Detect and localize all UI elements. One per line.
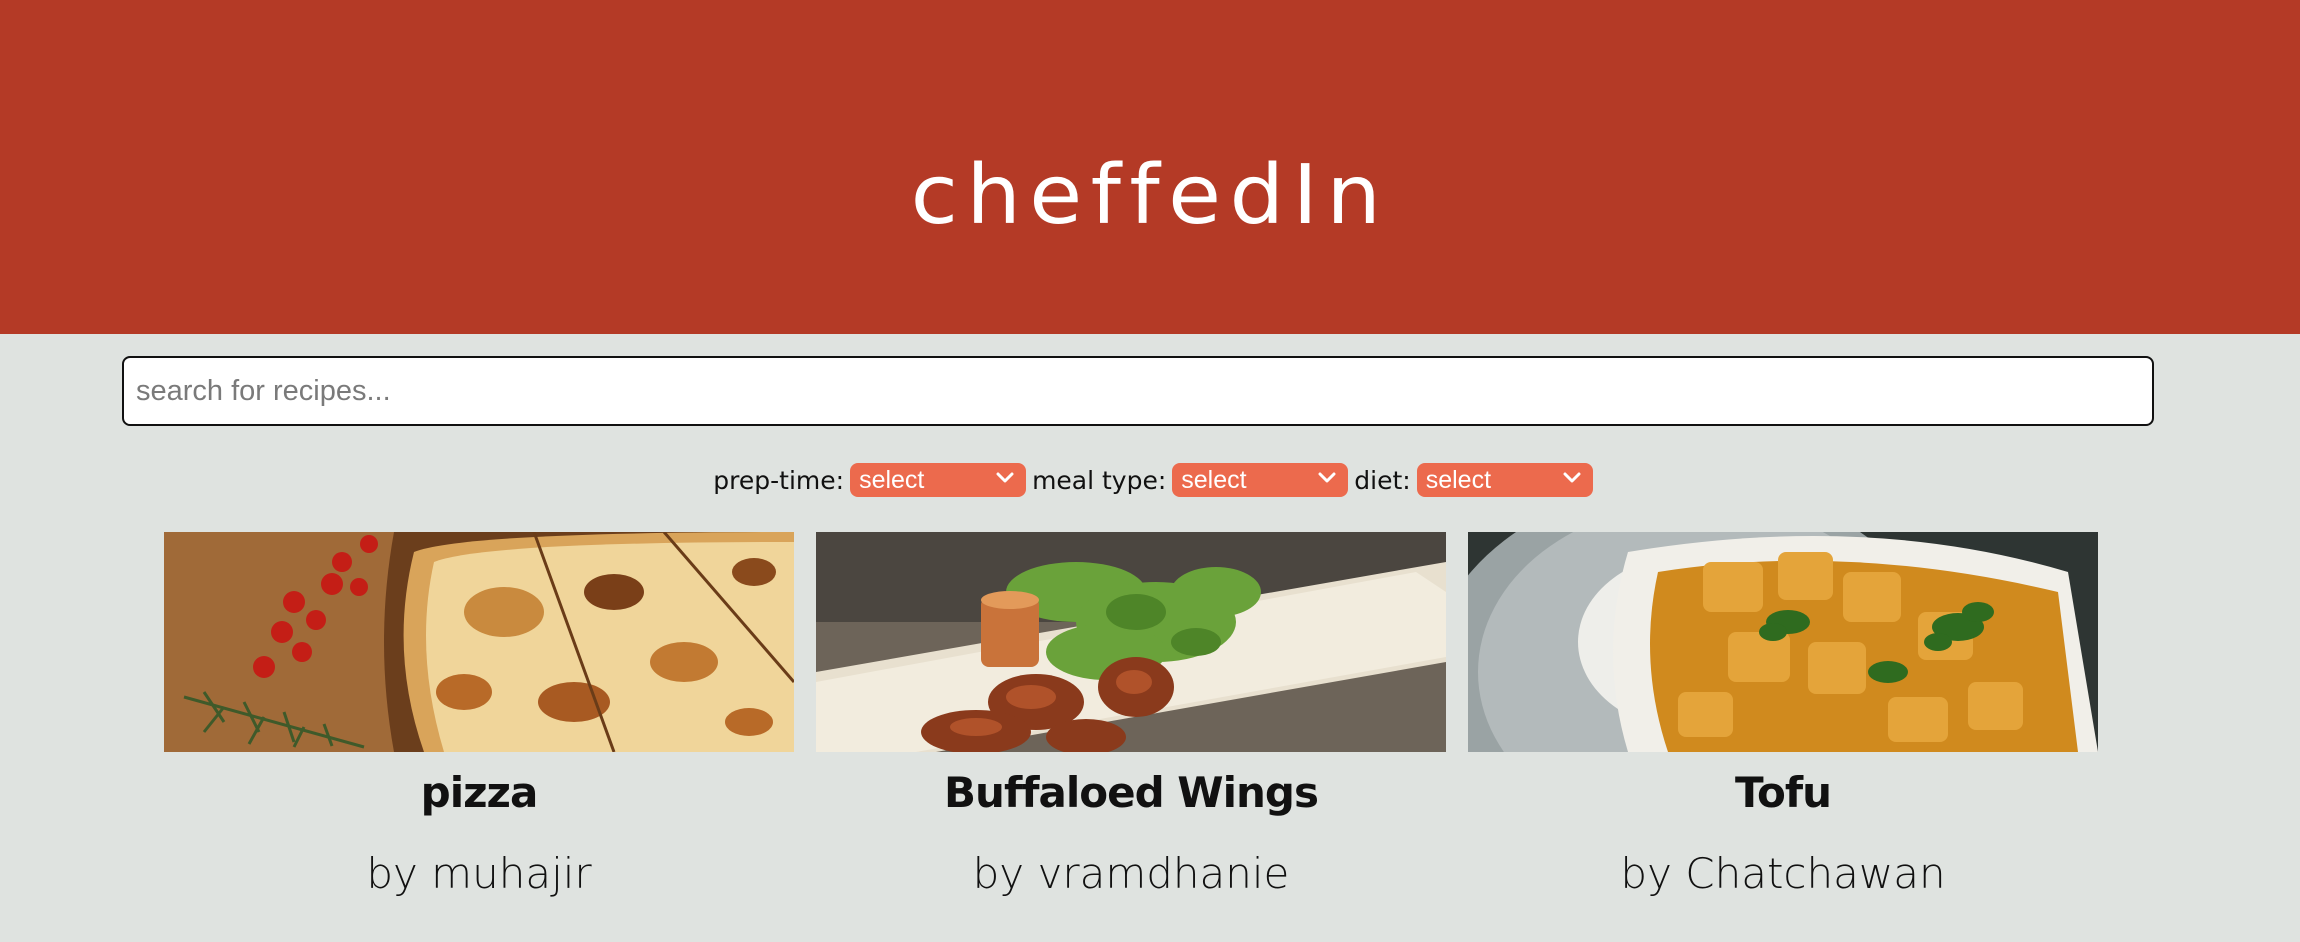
recipe-card[interactable]: pizza by muhajir bbox=[164, 532, 794, 898]
chevron-down-icon bbox=[1563, 472, 1581, 483]
diet-label: diet: bbox=[1354, 465, 1411, 495]
recipe-grid: pizza by muhajir Buffaloed Wings by vram… bbox=[164, 532, 2098, 898]
chevron-down-icon bbox=[996, 472, 1014, 483]
diet-select[interactable]: select bbox=[1416, 463, 1593, 497]
pizza-photo[interactable] bbox=[164, 532, 794, 752]
search-bar bbox=[122, 356, 2154, 426]
recipe-title[interactable]: Buffaloed Wings bbox=[944, 768, 1319, 817]
filter-bar: prep-time: select meal type: select diet… bbox=[0, 463, 2300, 497]
prep-time-select[interactable]: select bbox=[850, 463, 1027, 497]
chevron-down-icon bbox=[1318, 472, 1336, 483]
prep-time-label: prep-time: bbox=[713, 465, 845, 495]
search-input[interactable] bbox=[122, 356, 2154, 426]
wings-photo[interactable] bbox=[816, 532, 1446, 752]
meal-type-label: meal type: bbox=[1032, 465, 1167, 495]
recipe-author: by Chatchawan bbox=[1620, 849, 1946, 898]
recipe-author: by muhajir bbox=[366, 849, 592, 898]
recipe-title[interactable]: Tofu bbox=[1735, 768, 1832, 817]
site-header: cheffedIn bbox=[0, 0, 2300, 334]
site-logo[interactable]: cheffedIn bbox=[911, 148, 1390, 243]
meal-type-select[interactable]: select bbox=[1172, 463, 1349, 497]
diet-select-value: select bbox=[1425, 465, 1492, 494]
prep-time-select-value: select bbox=[859, 465, 925, 494]
recipe-card[interactable]: Tofu by Chatchawan bbox=[1468, 532, 2098, 898]
meal-type-select-value: select bbox=[1181, 465, 1247, 494]
recipe-author: by vramdhanie bbox=[972, 849, 1290, 898]
recipe-card[interactable]: Buffaloed Wings by vramdhanie bbox=[816, 532, 1446, 898]
recipe-title[interactable]: pizza bbox=[421, 768, 539, 817]
tofu-curry-photo[interactable] bbox=[1468, 532, 2098, 752]
